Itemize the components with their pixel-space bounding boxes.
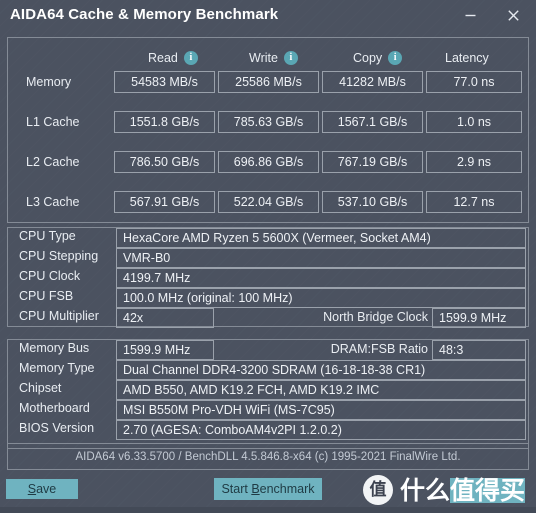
l2-write-value: 696.86 GB/s [218,151,319,173]
l1-latency-value: 1.0 ns [426,111,522,133]
l3-read-value: 567.91 GB/s [114,191,215,213]
close-icon [507,9,519,21]
benchmark-row-label-l3-cache: L3 Cache [26,195,80,209]
cpu-multiplier-value: 42x [116,308,214,328]
save-suffix: ave [36,482,57,496]
cpu-fsb-label: CPU FSB [19,289,74,303]
cpu-stepping-row: CPU Stepping VMR-B0 [8,248,528,268]
title-bar: AIDA64 Cache & Memory Benchmark [0,0,536,32]
dram-fsb-ratio-label: DRAM:FSB Ratio [330,342,428,356]
cpu-fsb-row: CPU FSB 100.0 MHz (original: 100 MHz) [8,288,528,308]
column-header-copy: Copy i [353,49,403,67]
motherboard-row: Motherboard MSI B550M Pro-VDH WiFi (MS-7… [8,400,528,420]
north-bridge-clock-label: North Bridge Clock [323,310,428,324]
cpu-clock-value: 4199.7 MHz [116,268,526,288]
column-header-read: Read i [148,49,198,67]
cpu-stepping-value: VMR-B0 [116,248,526,268]
cpu-clock-row: CPU Clock 4199.7 MHz [8,268,528,288]
motherboard-label: Motherboard [19,401,90,415]
version-status-text: AIDA64 v6.33.5700 / BenchDLL 4.5.846.8-x… [75,450,461,463]
save-button[interactable]: Save [6,479,78,499]
column-header-latency: Latency [445,49,489,67]
memory-type-row: Memory Type Dual Channel DDR4-3200 SDRAM… [8,360,528,380]
bios-version-label: BIOS Version [19,421,95,435]
start-suffix: enchmark [259,482,315,496]
motherboard-value: MSI B550M Pro-VDH WiFi (MS-7C95) [116,400,526,420]
memory-copy-value: 41282 MB/s [322,71,423,93]
l2-copy-value: 767.19 GB/s [322,151,423,173]
read-info-icon[interactable]: i [183,51,198,65]
l1-read-value: 1551.8 GB/s [114,111,215,133]
l3-write-value: 522.04 GB/s [218,191,319,213]
l3-latency-value: 12.7 ns [426,191,522,213]
column-header-copy-label: Copy [353,51,383,65]
column-header-read-label: Read [148,51,178,65]
minimize-icon [465,14,475,16]
chipset-row: Chipset AMD B550, AMD K19.2 FCH, AMD K19… [8,380,528,400]
benchmark-results-panel: Read i Write i Copy i Latency Memory 545… [7,37,529,223]
minimize-button[interactable] [452,0,488,30]
memory-write-value: 25586 MB/s [218,71,319,93]
cpu-stepping-label: CPU Stepping [19,249,99,263]
smzdm-text-highlight: 值得买 [450,475,526,505]
cpu-multiplier-label: CPU Multiplier [19,309,99,323]
dram-fsb-ratio-value: 48:3 [432,340,526,360]
l2-read-value: 786.50 GB/s [114,151,215,173]
cpu-type-value: HexaCore AMD Ryzen 5 5600X (Vermeer, Soc… [116,228,526,248]
column-header-write: Write i [249,49,298,67]
l3-copy-value: 537.10 GB/s [322,191,423,213]
start-benchmark-button[interactable]: Start Benchmark [214,478,322,500]
memory-bus-row: Memory Bus 1599.9 MHz DRAM:FSB Ratio 48:… [8,340,528,360]
smzdm-text-plain: 什么 [400,475,451,505]
copy-info-icon[interactable]: i [388,51,403,65]
smzdm-logo-icon: 值 [363,475,393,505]
smzdm-watermark: 值 什么 值得买 [363,473,526,507]
cpu-type-row: CPU Type HexaCore AMD Ryzen 5 5600X (Ver… [8,228,528,248]
start-accel-char: B [251,482,260,496]
l1-write-value: 785.63 GB/s [218,111,319,133]
smzdm-watermark-text: 什么 值得买 [400,475,526,505]
l1-copy-value: 1567.1 GB/s [322,111,423,133]
cpu-clock-label: CPU Clock [19,269,81,283]
cpu-info-panel: CPU Type HexaCore AMD Ryzen 5 5600X (Ver… [7,227,529,328]
memory-type-label: Memory Type [19,361,95,375]
aida64-benchmark-window: AIDA64 Cache & Memory Benchmark Read i W… [0,0,536,513]
benchmark-row-label-l2-cache: L2 Cache [26,155,80,169]
start-prefix: Start [221,482,252,496]
cpu-type-label: CPU Type [19,229,76,243]
status-panel: AIDA64 v6.33.5700 / BenchDLL 4.5.846.8-x… [7,443,529,470]
start-benchmark-button-label: Start Benchmark [221,482,314,496]
memory-bus-value: 1599.9 MHz [116,340,214,360]
memory-bus-label: Memory Bus [19,341,90,355]
column-header-latency-label: Latency [445,51,489,65]
benchmark-row-label-memory: Memory [26,75,72,89]
cpu-multiplier-row: CPU Multiplier 42x North Bridge Clock 15… [8,308,528,328]
north-bridge-clock-value: 1599.9 MHz [432,308,526,328]
chipset-label: Chipset [19,381,62,395]
bios-version-value: 2.70 (AGESA: ComboAM4v2PI 1.2.0.2) [116,420,526,440]
memory-info-panel: Memory Bus 1599.9 MHz DRAM:FSB Ratio 48:… [7,339,529,449]
write-info-icon[interactable]: i [283,51,298,65]
memory-read-value: 54583 MB/s [114,71,215,93]
close-button[interactable] [495,0,531,30]
chipset-value: AMD B550, AMD K19.2 FCH, AMD K19.2 IMC [116,380,526,400]
column-header-write-label: Write [249,51,278,65]
memory-latency-value: 77.0 ns [426,71,522,93]
benchmark-row-label-l1-cache: L1 Cache [26,115,80,129]
save-accel-char: S [27,482,37,496]
memory-type-value: Dual Channel DDR4-3200 SDRAM (16-18-18-3… [116,360,526,380]
cpu-fsb-value: 100.0 MHz (original: 100 MHz) [116,288,526,308]
save-button-label: Save [28,482,57,496]
l2-latency-value: 2.9 ns [426,151,522,173]
footer-strip [0,507,536,513]
window-title: AIDA64 Cache & Memory Benchmark [10,6,279,23]
bios-version-row: BIOS Version 2.70 (AGESA: ComboAM4v2PI 1… [8,420,528,440]
